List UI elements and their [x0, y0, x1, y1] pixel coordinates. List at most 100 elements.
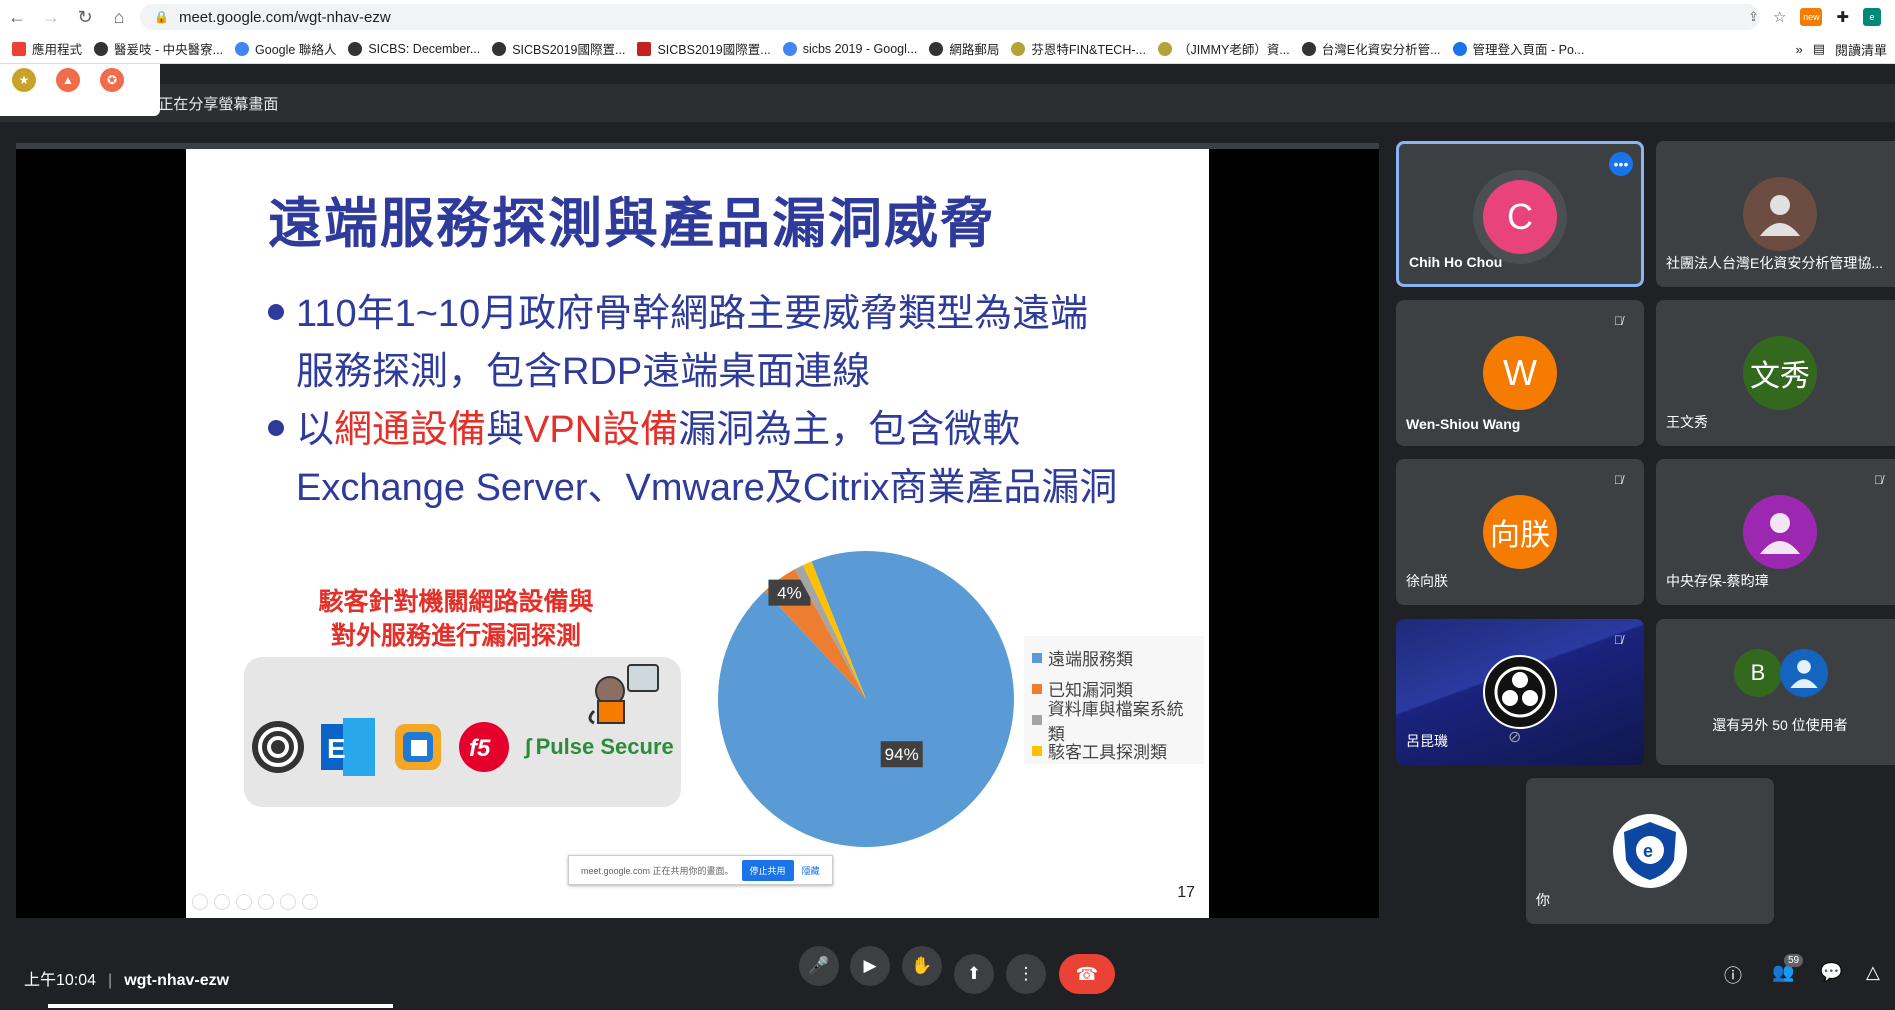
apps-grid-icon [12, 41, 26, 56]
bullet-dot-icon [268, 303, 284, 320]
site-icon [1011, 41, 1026, 56]
bookmark-item[interactable]: （JIMMY老師）資... [1157, 39, 1302, 58]
bookmark-item[interactable]: 醫爰吱 - 中央醫寮... [94, 39, 235, 58]
person-icon [1760, 195, 1800, 236]
avatar: 向朕 [1483, 495, 1557, 569]
slides-grid-icon[interactable] [258, 894, 274, 910]
bookmark-item[interactable]: 應用程式 [12, 39, 94, 58]
participant-name: 呂昆璣 [1406, 733, 1448, 749]
more-icon[interactable] [302, 894, 318, 910]
participant-tile[interactable]: 社團法人台灣E化資安分析管理協... [1656, 141, 1895, 287]
zoom-icon[interactable] [280, 894, 296, 910]
leave-call-button[interactable]: ☎ [1059, 954, 1115, 994]
forward-icon[interactable]: → [34, 0, 68, 34]
extensions-row: ⇪ ☆ new ✚ e [1748, 0, 1895, 34]
browser-toolbar: ← → ↻ ⌂ 🔒 meet.google.com/wgt-nhav-ezw ⇪… [0, 0, 1895, 34]
separator: | [108, 972, 113, 989]
bullet-dot-icon [268, 419, 284, 436]
legend-swatch [1032, 714, 1042, 725]
bookmark-item[interactable]: SICBS2019國際置... [492, 39, 637, 58]
bookmark-item[interactable]: 管理登入頁面 - Po... [1452, 39, 1597, 58]
bookmark-item[interactable]: 網路郵局 [929, 39, 1011, 58]
share-icon[interactable]: ⇪ [1748, 9, 1759, 25]
extension-popup: ★ ▲ ✪ [0, 64, 160, 116]
more-options-button[interactable]: ⋮ [1006, 954, 1046, 994]
participant-tile[interactable]: 文秀 王文秀 [1656, 300, 1895, 446]
reading-list-label[interactable]: 閱讀清單 [1835, 40, 1887, 59]
more-participants-tile[interactable]: B 還有另外 50 位使用者 [1656, 619, 1895, 765]
activities-button[interactable]: △ [1866, 962, 1880, 983]
meeting-info: 上午10:04 | wgt-nhav-ezw [24, 966, 229, 990]
new-extension-icon[interactable]: new [1800, 8, 1823, 26]
participant-tile[interactable]: ••• C Chih Ho Chou [1396, 141, 1644, 287]
camera-button[interactable]: ▶ [850, 946, 890, 986]
people-button[interactable]: 👥 59 [1772, 954, 1804, 983]
address-bar[interactable]: 🔒 meet.google.com/wgt-nhav-ezw [140, 4, 1760, 30]
stop-sharing-button[interactable]: 停止共用 [741, 859, 794, 881]
bookmark-item[interactable]: Google 聯絡人 [235, 39, 348, 58]
bookmarks-bar: 應用程式 醫爰吱 - 中央醫寮... Google 聯絡人 SICBS: Dec… [0, 34, 1895, 64]
vendor-logos: E f5 ʃ Pulse Secure [244, 657, 681, 807]
camera-off-icon: ⊘ [1508, 729, 1522, 746]
chevron-right-icon[interactable]: » [1795, 42, 1802, 57]
next-slide-icon[interactable] [214, 894, 230, 910]
star-badge-icon[interactable]: ✪ [100, 68, 124, 92]
chat-button[interactable]: 💬 [1820, 962, 1842, 983]
hacker-mascot-icon [588, 664, 659, 725]
avatar: W [1483, 336, 1557, 410]
participant-tile[interactable]: 🎙̸ 中央存保-蔡昀璋 [1656, 459, 1895, 605]
more-options-icon[interactable]: ••• [1609, 152, 1633, 176]
legend-swatch [1032, 683, 1042, 694]
participant-tile[interactable]: 🎙̸ ⊘ 呂昆璣 [1396, 619, 1644, 765]
badge-icon[interactable]: ★ [12, 68, 36, 92]
hide-notice-button[interactable]: 隱藏 [802, 864, 820, 877]
lock-icon: 🔒 [154, 10, 169, 24]
meeting-code: wgt-nhav-ezw [124, 972, 230, 989]
bookmark-item[interactable]: SICBS2019國際置... [637, 39, 782, 58]
profile-extension-icon[interactable]: e [1863, 8, 1881, 26]
bookmark-star-icon[interactable]: ☆ [1773, 8, 1786, 26]
raise-hand-button[interactable]: ✋ [902, 946, 942, 986]
meeting-details-button[interactable]: ⓘ [1724, 962, 1742, 988]
pen-icon[interactable] [236, 894, 252, 910]
alert-icon[interactable]: ▲ [56, 68, 80, 92]
globe-icon [929, 41, 944, 56]
extensions-puzzle-icon[interactable]: ✚ [1836, 8, 1849, 26]
back-icon[interactable]: ← [0, 0, 34, 34]
home-icon[interactable]: ⌂ [102, 0, 136, 34]
svg-text:f5: f5 [469, 735, 491, 762]
more-vert-icon: ⋮ [1017, 964, 1035, 983]
legend-item: 遠端服務類 [1032, 642, 1196, 673]
citrix-logo-icon [248, 717, 308, 777]
participant-name: 王文秀 [1666, 414, 1708, 430]
slide-toolbar [192, 894, 318, 910]
reading-list-icon[interactable]: ▤ [1813, 41, 1825, 57]
bookmark-item[interactable]: SICBS: December... [348, 41, 492, 56]
exchange-logo-icon: E [320, 717, 376, 777]
participant-tile[interactable]: 🎙̸ W Wen-Shiou Wang [1396, 300, 1644, 446]
participant-name: Chih Ho Chou [1409, 254, 1503, 270]
bookmark-item[interactable]: 芬恩特FIN&TECH-... [1011, 39, 1158, 58]
bookmark-item[interactable]: 台灣E化資安分析管... [1301, 39, 1453, 58]
bookmark-item[interactable]: sicbs 2019 - Googl... [782, 41, 930, 56]
avatar: B [1734, 649, 1782, 697]
participant-name: 社團法人台灣E化資安分析管理協... [1666, 255, 1884, 271]
prev-slide-icon[interactable] [192, 894, 208, 910]
globe-icon [1301, 41, 1316, 56]
present-button[interactable]: ⬆ [954, 954, 994, 994]
microphone-button[interactable]: 🎤 [799, 946, 839, 986]
org-logo-icon: e [1624, 822, 1676, 880]
google-icon [782, 41, 797, 56]
mic-off-icon: 🎙̸ [1614, 473, 1623, 487]
pulse-secure-logo: ʃ Pulse Secure [524, 734, 674, 759]
participant-tile[interactable]: 🎙̸ 向朕 徐向朕 [1396, 459, 1644, 605]
threat-pie-chart: 94% 4% [718, 551, 1014, 847]
svg-text:94%: 94% [885, 745, 919, 764]
reload-icon[interactable]: ↻ [68, 0, 102, 34]
globe-icon [348, 41, 363, 56]
self-tile[interactable]: e 你 [1526, 778, 1774, 924]
site-icon [1452, 41, 1467, 56]
slide-number: 17 [1177, 884, 1195, 901]
chat-icon: 💬 [1820, 962, 1843, 982]
pulse-icon: ʃ [524, 734, 532, 759]
